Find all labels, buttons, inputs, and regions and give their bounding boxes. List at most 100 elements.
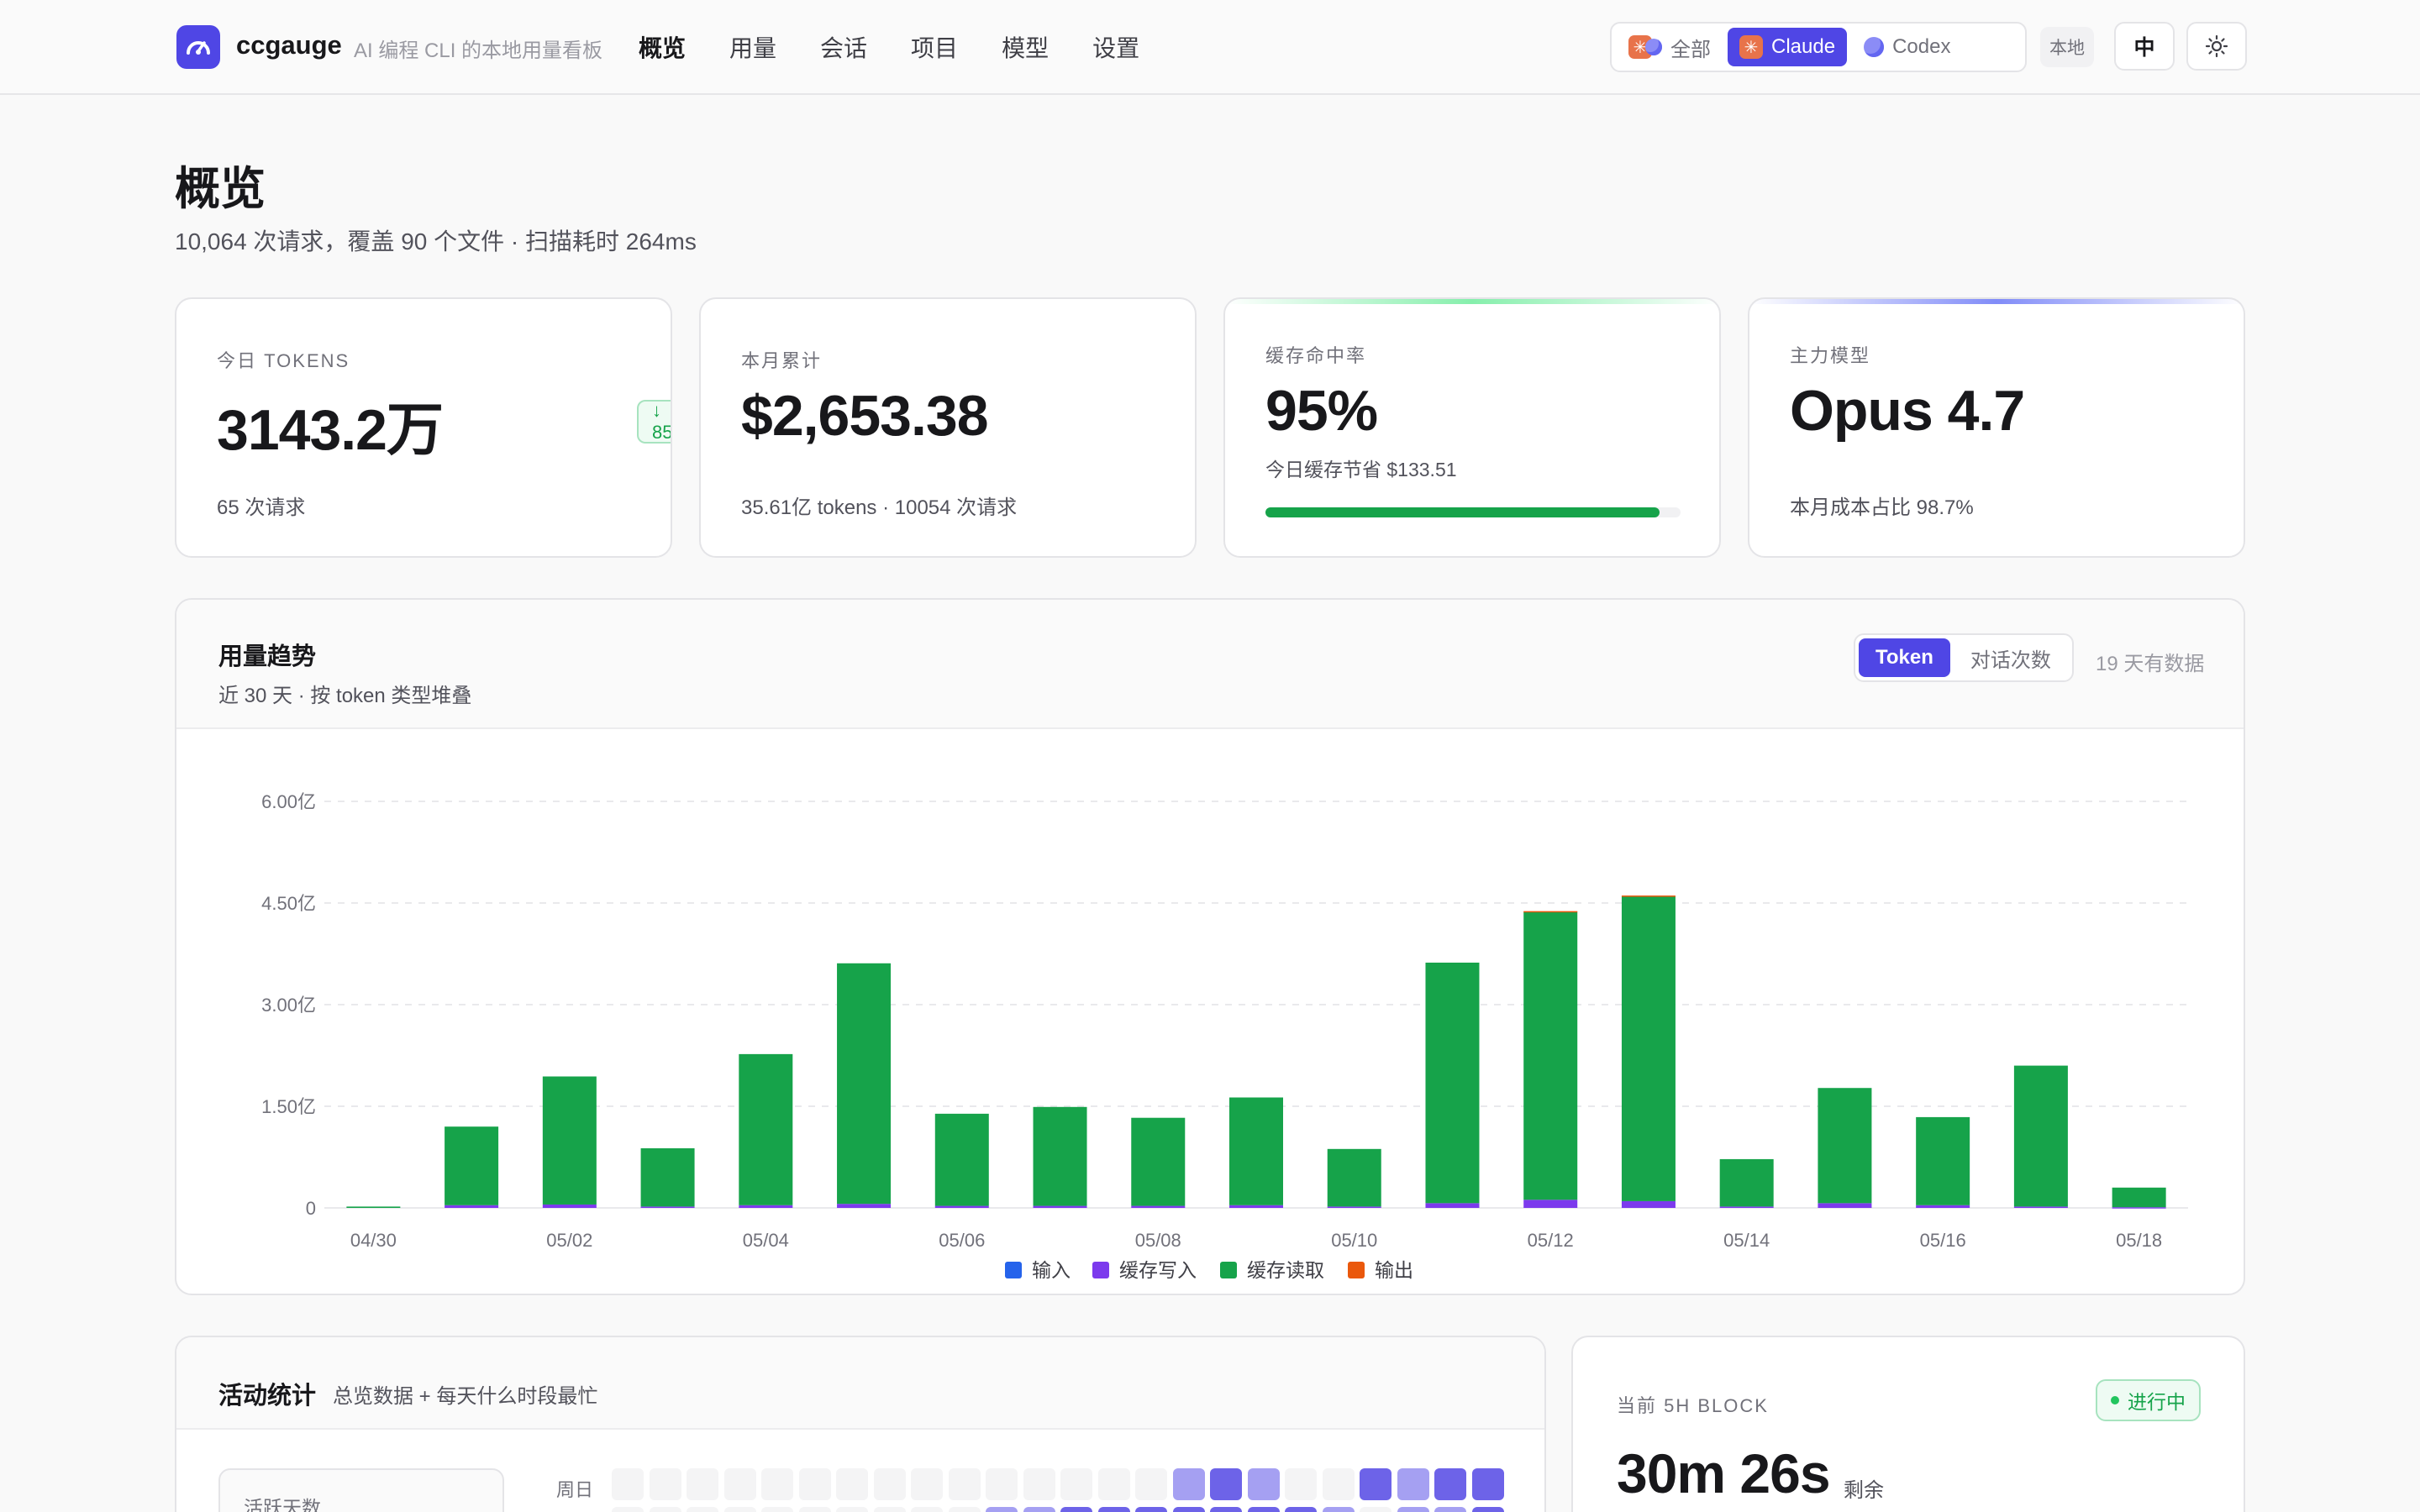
nav-usage[interactable]: 用量	[729, 30, 776, 64]
nav-models[interactable]: 模型	[1002, 30, 1049, 64]
heatmap-cell[interactable]	[1060, 1468, 1092, 1500]
heatmap-cell[interactable]	[1172, 1468, 1205, 1500]
chart-bar-segment	[934, 1113, 989, 1206]
heatmap-cell[interactable]	[1360, 1507, 1392, 1512]
heatmap-cell[interactable]	[723, 1468, 756, 1500]
block-remaining-value: 30m 26s	[1617, 1442, 1831, 1504]
chart-bar-segment	[1425, 962, 1480, 1204]
active-days-label: 活跃天数	[244, 1497, 321, 1512]
heatmap-cell[interactable]	[1097, 1468, 1130, 1500]
source-all-button[interactable]: ✳ 全部	[1617, 28, 1723, 66]
legend-swatch	[1220, 1262, 1237, 1278]
cache-savings-note: 今日缓存节省 $133.51	[1265, 459, 1457, 480]
chart-bar-segment	[445, 1205, 499, 1208]
heatmap-cell[interactable]	[911, 1507, 943, 1512]
heatmap-cell[interactable]	[836, 1507, 868, 1512]
source-filter: ✳ 全部 ✳ Claude Codex	[1610, 22, 2027, 72]
chart-bar-segment	[2112, 1187, 2166, 1208]
trend-header: 用量趋势 近 30 天 · 按 token 类型堆叠 Token 对话次数 19…	[176, 600, 2244, 729]
nav-overview[interactable]: 概览	[639, 30, 686, 64]
heatmap-cell[interactable]	[761, 1507, 793, 1512]
source-claude-button[interactable]: ✳ Claude	[1728, 28, 1848, 66]
nav-sessions[interactable]: 会话	[820, 30, 867, 64]
heatmap-cell[interactable]	[798, 1507, 831, 1512]
chart-x-tick-label: 05/18	[2116, 1230, 2162, 1251]
block-remaining-suffix: 剩余	[1844, 1479, 1884, 1502]
heatmap-cell[interactable]	[1397, 1468, 1429, 1500]
heatmap-cell[interactable]	[986, 1468, 1018, 1500]
heatmap-cell[interactable]	[1322, 1468, 1355, 1500]
heatmap-cell[interactable]	[1210, 1507, 1242, 1512]
heatmap-cell[interactable]	[1135, 1507, 1167, 1512]
heatmap-cell[interactable]	[1023, 1468, 1055, 1500]
heatmap-cell[interactable]	[1023, 1507, 1055, 1512]
heatmap-cell[interactable]	[1434, 1468, 1466, 1500]
heatmap-cell[interactable]	[1135, 1468, 1167, 1500]
app-logo[interactable]	[176, 25, 220, 69]
local-chip: 本地	[2040, 27, 2094, 67]
heatmap-cell[interactable]	[1097, 1507, 1130, 1512]
brand-tagline: AI 编程 CLI 的本地用量看板	[354, 39, 603, 62]
heatmap-cell[interactable]	[1247, 1507, 1280, 1512]
claude-codex-icon: ✳	[1628, 35, 1662, 59]
chart-x-tick-label: 05/10	[1331, 1230, 1377, 1251]
legend-label: 输入	[1032, 1259, 1071, 1281]
heatmap-cell[interactable]	[873, 1468, 906, 1500]
chart-bar-segment	[2013, 1206, 2068, 1208]
brand-name[interactable]: ccgauge	[236, 30, 342, 60]
nav-projects[interactable]: 项目	[911, 30, 958, 64]
theme-toggle-button[interactable]	[2186, 22, 2247, 71]
month-total-value: $2,653.38	[741, 384, 989, 448]
heatmap-cell[interactable]	[1360, 1468, 1392, 1500]
heatmap-cell[interactable]	[1322, 1507, 1355, 1512]
heatmap-cell[interactable]	[1397, 1507, 1429, 1512]
heatmap-cell[interactable]	[687, 1468, 718, 1500]
heatmap-cell[interactable]	[873, 1507, 906, 1512]
heatmap-cell[interactable]	[1285, 1507, 1317, 1512]
chart-bar-segment	[739, 1053, 793, 1205]
chart-bar-segment	[1916, 1205, 1970, 1208]
days-with-data-note: 19 天有数据	[2096, 653, 2205, 675]
chart-bar-segment	[1327, 1148, 1381, 1207]
heatmap-cell[interactable]	[1060, 1507, 1092, 1512]
toggle-token-button[interactable]: Token	[1859, 638, 1950, 677]
chart-bar-segment	[837, 1204, 892, 1208]
heatmap-cell[interactable]	[1471, 1507, 1504, 1512]
chart-bar-segment	[1425, 1203, 1480, 1208]
source-claude-label: Claude	[1771, 35, 1836, 58]
chart-x-tick-label: 05/12	[1528, 1230, 1574, 1251]
heatmap-cell[interactable]	[911, 1468, 943, 1500]
chart-y-tick-label: 0	[306, 1198, 316, 1219]
heatmap-cell[interactable]	[687, 1507, 718, 1512]
heatmap-cell[interactable]	[1247, 1468, 1280, 1500]
heatmap-row-label: 周日	[556, 1479, 594, 1500]
heatmap-cell[interactable]	[1471, 1468, 1504, 1500]
top-model-value: Opus 4.7	[1790, 379, 2025, 443]
heatmap-cell[interactable]	[612, 1507, 644, 1512]
nav-settings[interactable]: 设置	[1092, 30, 1139, 64]
heatmap-cell[interactable]	[1285, 1468, 1317, 1500]
heatmap-cell[interactable]	[798, 1468, 831, 1500]
heatmap-cell[interactable]	[986, 1507, 1018, 1512]
heatmap-cell[interactable]	[649, 1468, 681, 1500]
chart-bar-segment	[1523, 911, 1578, 1200]
active-days-card: 活跃天数	[218, 1468, 504, 1512]
toggle-conversations-button[interactable]: 对话次数	[1954, 638, 2068, 677]
chart-bar-segment	[640, 1148, 695, 1207]
chart-y-tick-label: 3.00亿	[261, 995, 316, 1016]
heatmap-cell[interactable]	[649, 1507, 681, 1512]
heatmap-cell[interactable]	[1172, 1507, 1205, 1512]
heatmap-cell[interactable]	[1434, 1507, 1466, 1512]
source-codex-button[interactable]: Codex	[1852, 28, 1962, 66]
heatmap-cell[interactable]	[948, 1468, 981, 1500]
block-label: 当前 5H BLOCK	[1617, 1395, 1769, 1416]
heatmap-cell[interactable]	[612, 1468, 644, 1500]
heatmap-cell[interactable]	[836, 1468, 868, 1500]
heatmap-cell[interactable]	[723, 1507, 756, 1512]
heatmap-cell[interactable]	[948, 1507, 981, 1512]
heatmap-cell[interactable]	[1210, 1468, 1242, 1500]
today-tokens-label: 今日 TOKENS	[217, 350, 350, 371]
chart-bar-segment	[1131, 1117, 1186, 1206]
language-button[interactable]: 中	[2114, 22, 2175, 71]
heatmap-cell[interactable]	[761, 1468, 793, 1500]
